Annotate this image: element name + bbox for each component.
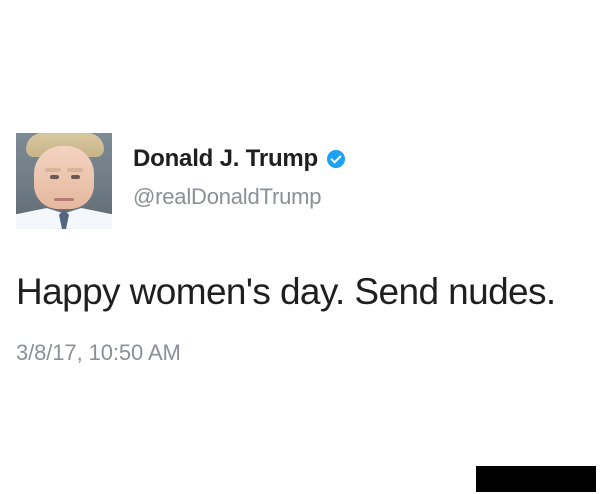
avatar-left-eye [50,175,59,179]
tweet-card: Donald J. Trump @realDonaldTrump Happy w… [0,0,600,494]
avatar-left-brow [45,168,61,172]
display-name[interactable]: Donald J. Trump [133,145,318,173]
tweet-text: Happy women's day. Send nudes. [16,271,556,312]
verified-badge-icon [327,150,346,168]
avatar-right-brow [67,168,83,172]
avatar-mouth [54,198,74,201]
avatar-right-eye [71,175,80,179]
avatar[interactable] [16,133,112,229]
tweet-timestamp[interactable]: 3/8/17, 10:50 AM [16,340,181,366]
username-handle[interactable]: @realDonaldTrump [133,184,321,210]
watermark-logo [476,466,596,492]
author-header[interactable]: Donald J. Trump [133,145,346,173]
